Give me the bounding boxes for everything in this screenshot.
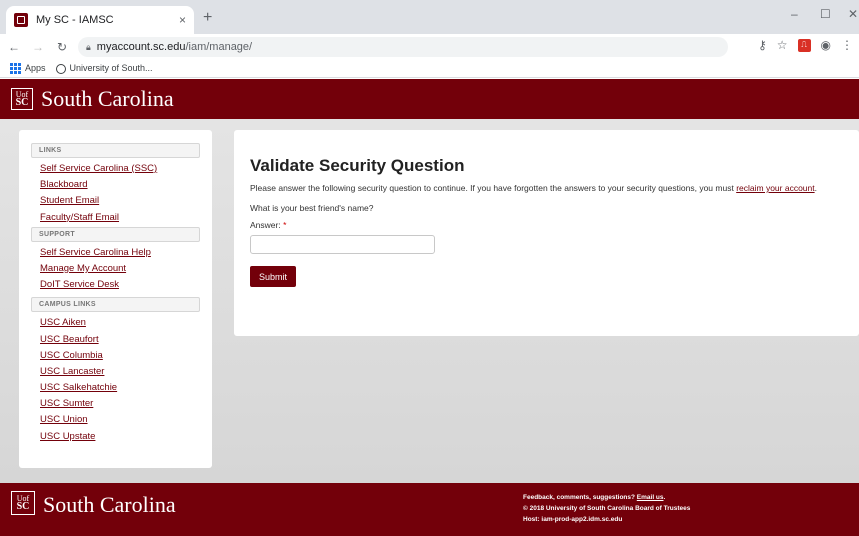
- sidebar-link-columbia[interactable]: USC Columbia: [31, 349, 200, 365]
- bookmark-apps-label: Apps: [25, 62, 46, 73]
- sidebar-link-faculty-email[interactable]: Faculty/Staff Email: [31, 211, 200, 227]
- page-body: LINKS Self Service Carolina (SSC) Blackb…: [0, 119, 859, 483]
- url-host: myaccount.sc.edu: [96, 41, 186, 53]
- browser-tabstrip: My SC - IAMSC × + – ☐ ✕: [0, 0, 859, 34]
- browser-tab[interactable]: My SC - IAMSC ×: [6, 6, 194, 34]
- footer-feedback-end: .: [663, 494, 666, 501]
- security-question-card: Validate Security Question Please answer…: [234, 130, 859, 336]
- maximize-icon[interactable]: ☐: [820, 7, 831, 21]
- url-path: /iam/manage/: [185, 41, 253, 53]
- instructions-before: Please answer the following security que…: [250, 183, 737, 193]
- reclaim-account-link[interactable]: reclaim your account: [736, 183, 814, 193]
- instructions-after: .: [814, 183, 817, 193]
- usc-favicon-icon: [14, 13, 28, 27]
- submit-button[interactable]: Submit: [250, 266, 296, 287]
- bookmark-star-icon[interactable]: ☆: [777, 38, 788, 52]
- answer-input[interactable]: [250, 235, 435, 254]
- sidebar-heading-campus: CAMPUS LINKS: [31, 297, 200, 313]
- lock-icon: 🔒︎: [86, 41, 91, 52]
- pdf-extension-icon[interactable]: ⎍: [797, 38, 811, 52]
- footer-logo-icon[interactable]: Uof SC: [11, 491, 35, 515]
- required-mark: *: [283, 220, 287, 230]
- tab-title: My SC - IAMSC: [36, 14, 114, 26]
- sidebar-link-sumter[interactable]: USC Sumter: [31, 397, 200, 413]
- tab-close-icon[interactable]: ×: [179, 13, 186, 27]
- usc-logo-icon[interactable]: Uof SC: [11, 88, 33, 110]
- profile-icon[interactable]: ◉: [821, 38, 831, 52]
- sidebar-heading-links: LINKS: [31, 143, 200, 158]
- answer-label-text: Answer:: [250, 220, 281, 230]
- logo-bottom-text: SC: [15, 97, 29, 108]
- browser-navbar: ← → ↻ 🔒︎ myaccount.sc.edu/iam/manage/ ⚷ …: [0, 34, 859, 60]
- sidebar-link-service-desk[interactable]: DoIT Service Desk: [31, 278, 200, 294]
- address-bar[interactable]: 🔒︎ myaccount.sc.edu/iam/manage/: [78, 37, 728, 57]
- bookmark-university-label: University of South...: [69, 63, 153, 74]
- sidebar-link-beaufort[interactable]: USC Beaufort: [31, 333, 200, 349]
- window-close-icon[interactable]: ✕: [848, 7, 858, 21]
- site-footer: Uof SC South Carolina Feedback, comments…: [0, 483, 859, 536]
- answer-label: Answer: *: [250, 220, 843, 230]
- email-us-link[interactable]: Email us: [637, 494, 664, 501]
- footer-logo-bottom-text: SC: [16, 501, 30, 512]
- key-icon[interactable]: ⚷: [758, 38, 767, 52]
- sidebar-link-ssc[interactable]: Self Service Carolina (SSC): [31, 162, 200, 178]
- bookmark-university[interactable]: University of South...: [55, 63, 153, 74]
- sidebar-link-salkehatchie[interactable]: USC Salkehatchie: [31, 381, 200, 397]
- sidebar-heading-support: SUPPORT: [31, 226, 200, 242]
- sidebar-link-aiken[interactable]: USC Aiken: [31, 316, 200, 332]
- bookmark-apps[interactable]: Apps: [10, 62, 46, 75]
- footer-site-name: South Carolina: [43, 492, 176, 517]
- footer-feedback: Feedback, comments, suggestions? Email u…: [523, 492, 690, 503]
- sidebar-link-upstate[interactable]: USC Upstate: [31, 430, 200, 446]
- sidebar-link-student-email[interactable]: Student Email: [31, 194, 200, 210]
- bookmarks-bar: Apps University of South...: [0, 60, 859, 78]
- footer-feedback-text: Feedback, comments, suggestions?: [523, 494, 637, 501]
- instructions-text: Please answer the following security que…: [250, 183, 840, 194]
- globe-icon: [55, 63, 66, 74]
- sidebar-link-union[interactable]: USC Union: [31, 413, 200, 429]
- sidebar-link-lancaster[interactable]: USC Lancaster: [31, 365, 200, 381]
- minimize-icon[interactable]: –: [791, 7, 798, 21]
- page-title: Validate Security Question: [250, 156, 465, 175]
- sidebar-link-manage-account[interactable]: Manage My Account: [31, 262, 200, 278]
- site-header: Uof SC South Carolina: [0, 79, 859, 119]
- reload-icon[interactable]: ↻: [52, 40, 72, 54]
- apps-grid-icon: [10, 63, 21, 75]
- sidebar-link-ssc-help[interactable]: Self Service Carolina Help: [31, 246, 200, 262]
- forward-arrow-icon[interactable]: →: [28, 40, 48, 54]
- footer-info: Feedback, comments, suggestions? Email u…: [523, 492, 690, 525]
- site-name[interactable]: South Carolina: [41, 86, 174, 112]
- sidebar-link-blackboard[interactable]: Blackboard: [31, 178, 200, 194]
- footer-copyright: © 2018 University of South Carolina Boar…: [523, 505, 691, 512]
- new-tab-icon[interactable]: +: [203, 9, 212, 27]
- security-question: What is your best friend's name?: [250, 203, 374, 213]
- back-arrow-icon[interactable]: ←: [4, 40, 24, 54]
- menu-kebab-icon[interactable]: ⋮: [841, 38, 853, 52]
- toolbar-icons: ⚷ ☆ ⎍ ◉ ⋮: [758, 38, 853, 52]
- footer-host: Host: iam-prod-app2.idm.sc.edu: [523, 516, 623, 523]
- sidebar: LINKS Self Service Carolina (SSC) Blackb…: [19, 130, 212, 468]
